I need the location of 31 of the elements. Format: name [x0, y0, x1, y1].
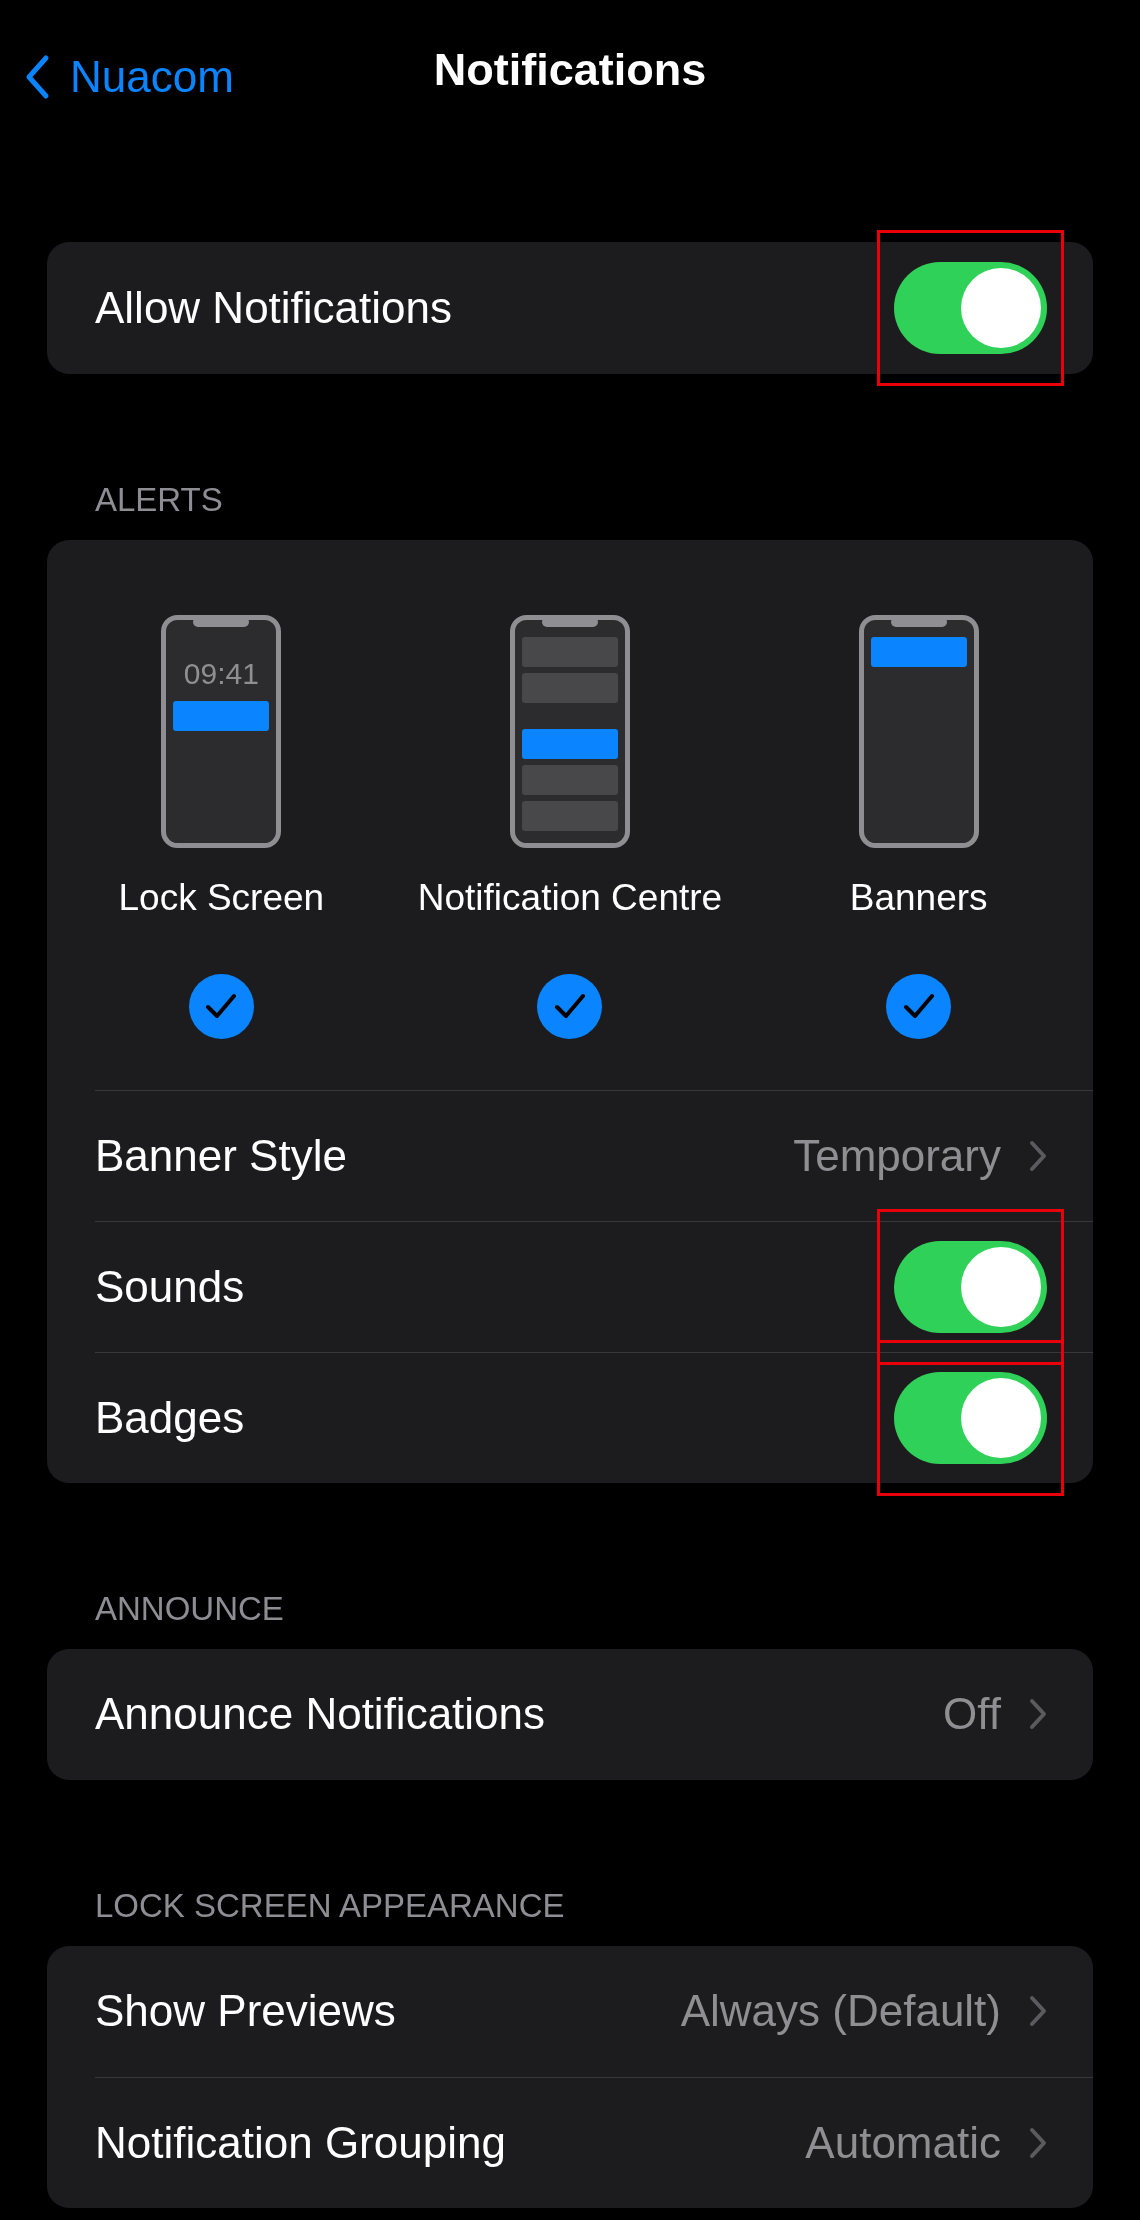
row-label: Allow Notifications	[95, 282, 453, 334]
back-button[interactable]: Nuacom	[24, 44, 234, 110]
row-label: Badges	[95, 1391, 245, 1444]
chevron-icon	[1029, 1698, 1047, 1730]
checkmark-icon	[554, 993, 586, 1019]
chevron-icon	[1029, 2126, 1047, 2159]
clock-text: 09:41	[182, 656, 260, 692]
row-label: Notification Grouping	[95, 2116, 506, 2169]
row-value[interactable]: Off	[943, 1681, 1001, 1747]
checkmark-icon	[902, 993, 935, 1019]
section-header: LOCK SCREEN APPEARANCE	[95, 1885, 565, 1926]
section-header: ANNOUNCE	[95, 1588, 284, 1629]
page-title: Notifications	[433, 43, 707, 98]
phone-icon	[161, 615, 282, 848]
row-label: Banner Style	[95, 1129, 347, 1182]
alert-style-label: Lock Screen	[118, 876, 325, 920]
alert-style-label: Notification Centre	[417, 876, 723, 920]
row-label: Show Previews	[95, 1985, 396, 2037]
row-value[interactable]: Automatic	[805, 2109, 1001, 2176]
back-chevron-icon	[24, 54, 50, 100]
row-value[interactable]: Always (Default)	[680, 1978, 1001, 2044]
phone-icon	[510, 615, 630, 848]
row-label: Sounds	[95, 1260, 245, 1313]
alert-style-label: Banners	[849, 876, 988, 920]
checkmark-icon	[205, 993, 238, 1019]
chevron-icon	[1029, 1139, 1047, 1172]
row-label: Announce Notifications	[95, 1688, 546, 1740]
section-header: ALERTS	[95, 480, 223, 520]
phone-icon	[858, 615, 979, 848]
chevron-icon	[1029, 1995, 1047, 2027]
row-value[interactable]: Temporary	[793, 1122, 1001, 1189]
